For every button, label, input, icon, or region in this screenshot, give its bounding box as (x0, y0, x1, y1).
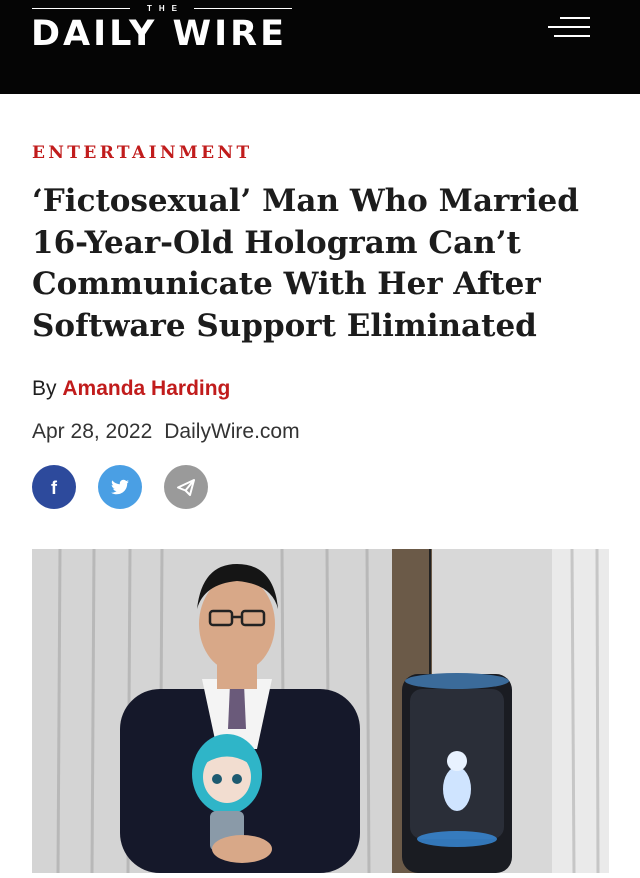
share-buttons: f (32, 465, 608, 509)
logo-rule-right (194, 7, 292, 9)
email-send-icon (177, 479, 195, 496)
source-label: DailyWire.com (164, 420, 300, 443)
article-photo (32, 549, 609, 873)
facebook-icon: f (51, 478, 58, 498)
byline: By Amanda Harding (32, 377, 608, 401)
article: ENTERTAINMENT ‘Fictosexual’ Man Who Marr… (0, 143, 640, 873)
site-logo[interactable]: DAILY WIRE (31, 12, 287, 56)
svg-text:f: f (51, 478, 58, 498)
article-headline: ‘Fictosexual’ Man Who Married 16-Year-Ol… (32, 183, 579, 344)
publish-date: Apr 28, 2022 (32, 420, 153, 443)
dateline: Apr 28, 2022 DailyWire.com (32, 420, 608, 444)
facebook-share-button[interactable]: f (32, 465, 76, 509)
twitter-share-button[interactable] (98, 465, 142, 509)
hamburger-menu-icon[interactable] (548, 17, 590, 47)
logo-rule-left (32, 7, 130, 9)
site-header: THE DAILY WIRE (0, 0, 640, 94)
category-label[interactable]: ENTERTAINMENT (32, 143, 608, 163)
byline-prefix: By (32, 377, 57, 400)
author-link[interactable]: Amanda Harding (62, 377, 230, 400)
email-share-button[interactable] (164, 465, 208, 509)
twitter-icon (111, 479, 129, 495)
